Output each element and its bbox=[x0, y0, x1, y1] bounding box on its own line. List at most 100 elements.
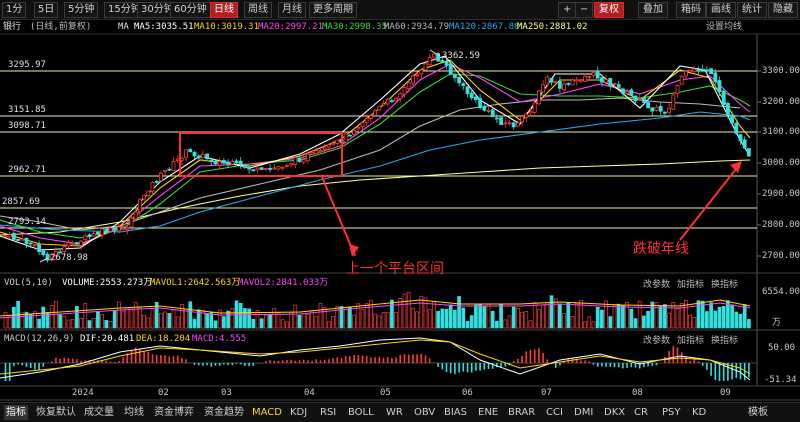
volume-bar bbox=[280, 319, 285, 329]
candle-body bbox=[696, 69, 701, 72]
volume-bar bbox=[352, 314, 356, 329]
ma250-line bbox=[0, 159, 751, 236]
candle-body bbox=[667, 107, 671, 113]
candle-body bbox=[133, 211, 138, 220]
candle-body bbox=[100, 228, 104, 236]
macd-add-indicator-button[interactable]: 加指标 bbox=[677, 333, 704, 346]
volume-bar bbox=[608, 316, 613, 329]
tab-ene[interactable]: ENE bbox=[476, 405, 500, 420]
volume-bar bbox=[444, 308, 449, 329]
volume-bar bbox=[360, 309, 365, 329]
candle-body bbox=[209, 159, 214, 162]
vol-add-indicator-button[interactable]: 加指标 bbox=[677, 277, 704, 290]
volume-bar bbox=[499, 304, 503, 329]
volume-bar bbox=[209, 311, 214, 329]
candle-body bbox=[448, 63, 453, 75]
tab-psy[interactable]: PSY bbox=[660, 405, 683, 420]
tab-kdj[interactable]: KDJ bbox=[288, 405, 309, 420]
vol-switch-indicator-button[interactable]: 换指标 bbox=[711, 277, 738, 290]
candle-body bbox=[347, 134, 352, 137]
volume-bar bbox=[264, 314, 268, 329]
tab-wr[interactable]: WR bbox=[384, 405, 405, 420]
tab-restore-default[interactable]: 恢复默认 bbox=[34, 405, 78, 420]
y-tick-2800: 2800.00 bbox=[762, 220, 800, 230]
volume-bar bbox=[583, 321, 587, 329]
y-tick-3100: 3100.00 bbox=[762, 127, 800, 137]
volume-bar bbox=[490, 310, 495, 329]
candle-body bbox=[91, 233, 96, 237]
tab-kd[interactable]: KD bbox=[690, 405, 708, 420]
volume-bar bbox=[511, 306, 516, 329]
volume-bar bbox=[524, 311, 529, 329]
candle-body bbox=[11, 233, 16, 240]
volume-bar bbox=[469, 315, 474, 329]
tab-brar[interactable]: BRAR bbox=[506, 405, 537, 420]
candle-body bbox=[318, 150, 323, 153]
candle-body bbox=[537, 90, 541, 105]
level-label-2857: 2857.69 bbox=[2, 197, 40, 207]
tab-macd[interactable]: MACD bbox=[250, 405, 284, 420]
candle-body bbox=[427, 57, 432, 66]
volume-bar bbox=[604, 300, 608, 329]
candle-body bbox=[679, 76, 684, 85]
tab-volume[interactable]: 成交量 bbox=[82, 405, 116, 420]
candle-body bbox=[247, 166, 252, 170]
volume-bar bbox=[654, 302, 659, 329]
candle-body bbox=[352, 130, 357, 136]
tab-capital-trend[interactable]: 资金趋势 bbox=[202, 405, 246, 420]
volume-bar bbox=[457, 296, 461, 329]
macd-switch-indicator-button[interactable]: 换指标 bbox=[711, 333, 738, 346]
candle-body bbox=[461, 83, 466, 86]
tab-ma[interactable]: 均线 bbox=[122, 405, 146, 420]
volume-bar bbox=[91, 318, 96, 329]
candle-body bbox=[541, 84, 545, 93]
tab-dkx[interactable]: DKX bbox=[602, 405, 627, 420]
level-label-2793: 2793.14 bbox=[8, 217, 46, 227]
tab-rsi[interactable]: RSI bbox=[318, 405, 338, 420]
tab-cr[interactable]: CR bbox=[632, 405, 650, 420]
candle-body bbox=[625, 90, 629, 95]
volume-bar bbox=[398, 297, 403, 329]
volume-bar bbox=[709, 302, 713, 329]
x-tick-03: 03 bbox=[221, 388, 232, 398]
candle-body bbox=[221, 160, 226, 164]
platform-arrow bbox=[321, 176, 356, 257]
tab-dmi[interactable]: DMI bbox=[572, 405, 595, 420]
volume-bar bbox=[562, 313, 566, 329]
tab-template[interactable]: 模板 bbox=[746, 405, 770, 420]
candle-body bbox=[402, 87, 407, 95]
candle-body bbox=[692, 68, 697, 72]
candle-body bbox=[234, 160, 239, 164]
volume-bar bbox=[566, 302, 571, 329]
tab-cci[interactable]: CCI bbox=[544, 405, 565, 420]
candle-body bbox=[490, 109, 495, 117]
volume-bar bbox=[167, 313, 172, 329]
candle-body bbox=[734, 122, 739, 134]
candle-body bbox=[566, 83, 571, 85]
tab-obv[interactable]: OBV bbox=[412, 405, 437, 420]
volume-bar bbox=[108, 321, 113, 329]
volume-bar bbox=[37, 318, 41, 329]
candle-body bbox=[616, 84, 621, 88]
macd-change-params-button[interactable]: 改参数 bbox=[643, 333, 670, 346]
candle-body bbox=[368, 115, 373, 119]
volume-bar bbox=[486, 303, 491, 329]
volume-bar bbox=[658, 305, 663, 329]
volume-bar bbox=[394, 312, 398, 329]
macd-value: MACD:4.555 bbox=[192, 334, 247, 344]
volume-bar bbox=[696, 300, 701, 329]
candle-body bbox=[163, 169, 168, 173]
level-label-3098: 3098.71 bbox=[8, 121, 46, 131]
volume-bar bbox=[713, 310, 718, 329]
tab-boll[interactable]: BOLL bbox=[346, 405, 376, 420]
candle-body bbox=[251, 169, 256, 172]
peak-price-label: 3362.59 bbox=[442, 51, 480, 61]
mavol1-line bbox=[0, 299, 751, 317]
candle-body bbox=[486, 110, 491, 112]
volume-bar bbox=[129, 307, 134, 329]
vol-change-params-button[interactable]: 改参数 bbox=[643, 277, 670, 290]
candle-body bbox=[675, 85, 680, 94]
tab-capital-game[interactable]: 资金博弈 bbox=[152, 405, 196, 420]
tab-bias[interactable]: BIAS bbox=[442, 405, 469, 420]
tab-indicators[interactable]: 指标 bbox=[4, 405, 28, 420]
